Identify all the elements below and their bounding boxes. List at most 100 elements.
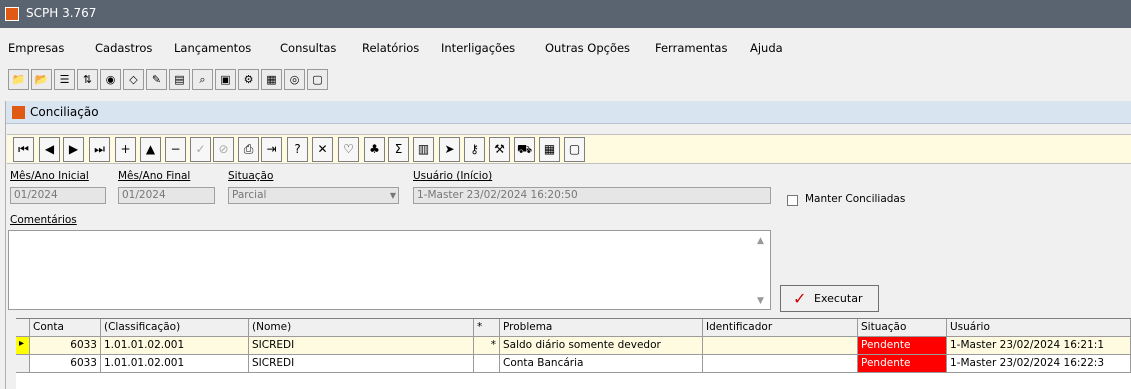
print-icon[interactable]: ⎙ <box>238 137 259 162</box>
arrows-icon[interactable]: ⇅ <box>77 69 98 90</box>
car-icon[interactable]: ⛟ <box>514 137 535 162</box>
chevron-down-icon[interactable]: ▼ <box>390 188 396 203</box>
app-icon <box>5 7 19 21</box>
menu-empresas[interactable]: Empresas <box>8 41 64 55</box>
results-grid: Conta (Classificação) (Nome) * Problema … <box>16 318 1131 389</box>
manter-conciliadas-checkbox[interactable] <box>787 195 798 206</box>
report-icon[interactable]: ▣ <box>215 69 236 90</box>
window-titlebar[interactable]: SCPH 3.767 <box>0 0 1131 28</box>
mes-inicial-label: Mês/Ano Inicial <box>10 170 89 182</box>
menu-ferramentas[interactable]: Ferramentas <box>655 41 727 55</box>
form-title: Conciliação <box>30 105 99 119</box>
last-record-icon[interactable]: ⏭ <box>89 137 110 162</box>
cell-conta[interactable]: 6033 <box>30 337 101 355</box>
import-icon[interactable]: ⇥ <box>261 137 282 162</box>
scroll-down-icon[interactable]: ▼ <box>757 296 764 306</box>
cell-usuario[interactable]: 1-Master 23/02/2024 16:22:3 <box>947 355 1131 373</box>
next-record-icon[interactable]: ▶ <box>63 137 84 162</box>
help-query-icon[interactable]: ? <box>287 137 308 162</box>
col-header-usuario[interactable]: Usuário <box>947 319 1131 337</box>
menu-interligacoes[interactable]: Interligações <box>441 41 515 55</box>
cell-problema[interactable]: Conta Bancária <box>500 355 703 373</box>
col-header-star[interactable]: * <box>474 319 500 337</box>
calculator-icon[interactable]: ▦ <box>261 69 282 90</box>
heart-icon[interactable]: ♡ <box>338 137 359 162</box>
manter-conciliadas-label: Manter Conciliadas <box>805 193 906 205</box>
folder-icon[interactable]: 📁 <box>8 69 29 90</box>
prior-record-icon[interactable]: ◀ <box>39 137 60 162</box>
menu-consultas[interactable]: Consultas <box>280 41 336 55</box>
sigma-icon[interactable]: Σ <box>388 137 409 162</box>
cd-icon[interactable]: ◎ <box>284 69 305 90</box>
form-icon <box>12 106 25 119</box>
book-icon[interactable]: ▥ <box>413 137 434 162</box>
forward-icon[interactable]: ➤ <box>439 137 460 162</box>
col-header-classificacao[interactable]: (Classificação) <box>101 319 249 337</box>
key-icon[interactable]: ⚷ <box>464 137 485 162</box>
tree-icon[interactable]: ☰ <box>54 69 75 90</box>
cell-conta[interactable]: 6033 <box>30 355 101 373</box>
row-indicator[interactable] <box>16 355 30 373</box>
delete-record-icon[interactable]: − <box>165 137 186 162</box>
cell-nome[interactable]: SICREDI <box>249 355 474 373</box>
cancel-record-icon[interactable]: ⊘ <box>213 137 234 162</box>
scroll-up-icon[interactable]: ▲ <box>757 236 764 246</box>
form-titlebar[interactable]: Conciliação <box>6 101 1131 124</box>
situacao-value: Parcial <box>232 189 267 201</box>
row-indicator-header <box>16 319 30 337</box>
menu-relatorios[interactable]: Relatórios <box>362 41 419 55</box>
cross-icon[interactable]: ✕ <box>312 137 333 162</box>
cell-star[interactable] <box>474 355 500 373</box>
cell-classificacao[interactable]: 1.01.01.02.001 <box>101 337 249 355</box>
window-icon[interactable]: ▢ <box>307 69 328 90</box>
usuario-field[interactable]: 1-Master 23/02/2024 16:20:50 <box>413 187 771 204</box>
cell-identificador[interactable] <box>703 337 858 355</box>
cell-classificacao[interactable]: 1.01.01.02.001 <box>101 355 249 373</box>
cell-identificador[interactable] <box>703 355 858 373</box>
calendar-icon[interactable]: ▦ <box>539 137 560 162</box>
gear-icon[interactable]: ⚙ <box>238 69 259 90</box>
edit-record-icon[interactable]: ▲ <box>140 137 161 162</box>
col-header-identificador[interactable]: Identificador <box>703 319 858 337</box>
cell-situacao-pending[interactable]: Pendente <box>858 355 947 373</box>
executar-button[interactable]: ✓ Executar <box>780 285 879 312</box>
search-icon[interactable]: ⌕ <box>192 69 213 90</box>
open-icon[interactable]: 📂 <box>31 69 52 90</box>
situacao-select[interactable]: Parcial ▼ <box>228 187 399 204</box>
mes-final-label: Mês/Ano Final <box>118 170 191 182</box>
tree-icon[interactable]: ♣ <box>364 137 385 162</box>
globe-icon[interactable]: ◉ <box>100 69 121 90</box>
menu-ajuda[interactable]: Ajuda <box>750 41 783 55</box>
navigator-toolbar: ⏮ ◀ ▶ ⏭ + ▲ − ✓ ⊘ ⎙ ⇥ ? ✕ ♡ ♣ Σ ▥ ➤ ⚷ ⚒ … <box>7 134 1131 164</box>
tools-icon[interactable]: ⚒ <box>489 137 510 162</box>
menu-bar: Empresas Cadastros Lançamentos Consultas… <box>0 40 1131 58</box>
mes-final-field[interactable]: 01/2024 <box>118 187 215 204</box>
usuario-label: Usuário (Início) <box>413 170 493 182</box>
executar-label: Executar <box>814 292 863 305</box>
document-icon[interactable]: ▤ <box>169 69 190 90</box>
cell-problema[interactable]: Saldo diário somente devedor <box>500 337 703 355</box>
col-header-conta[interactable]: Conta <box>30 319 101 337</box>
diamond-icon[interactable]: ◇ <box>123 69 144 90</box>
first-record-icon[interactable]: ⏮ <box>13 137 34 162</box>
checkmark-icon: ✓ <box>793 289 807 308</box>
comentarios-label: Comentários <box>10 214 77 226</box>
cell-star[interactable]: * <box>474 337 500 355</box>
window-icon[interactable]: ▢ <box>564 137 585 162</box>
row-indicator[interactable] <box>16 337 30 355</box>
col-header-situacao[interactable]: Situação <box>858 319 947 337</box>
menu-lancamentos[interactable]: Lançamentos <box>174 41 251 55</box>
mes-inicial-field[interactable]: 01/2024 <box>10 187 106 204</box>
eraser-icon[interactable]: ✎ <box>146 69 167 90</box>
cell-usuario[interactable]: 1-Master 23/02/2024 16:21:1 <box>947 337 1131 355</box>
col-header-problema[interactable]: Problema <box>500 319 703 337</box>
insert-record-icon[interactable]: + <box>115 137 136 162</box>
menu-outras-opcoes[interactable]: Outras Opções <box>545 41 630 55</box>
cell-situacao-pending[interactable]: Pendente <box>858 337 947 355</box>
col-header-nome[interactable]: (Nome) <box>249 319 474 337</box>
cell-nome[interactable]: SICREDI <box>249 337 474 355</box>
comentarios-textarea[interactable] <box>8 230 771 310</box>
window-title: SCPH 3.767 <box>26 6 97 20</box>
post-record-icon[interactable]: ✓ <box>190 137 211 162</box>
menu-cadastros[interactable]: Cadastros <box>95 41 152 55</box>
